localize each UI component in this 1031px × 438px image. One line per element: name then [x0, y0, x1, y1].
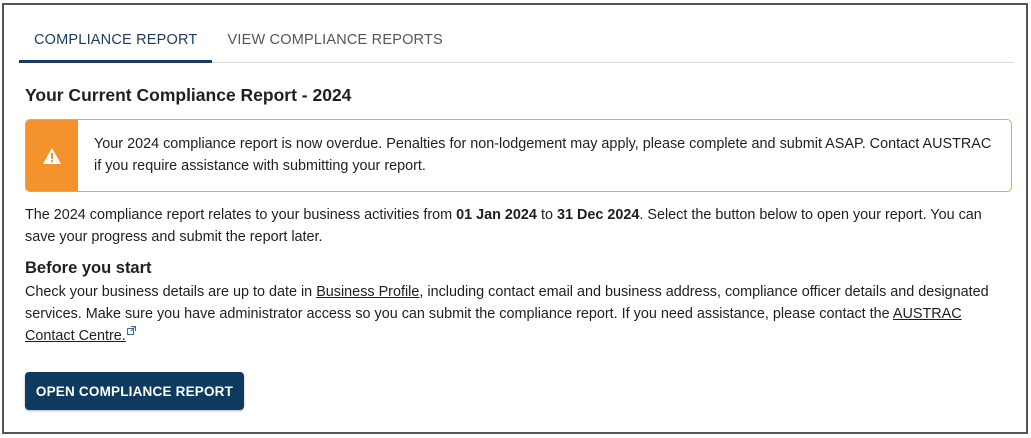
- warning-icon: [43, 147, 61, 164]
- tab-bar: COMPLIANCE REPORT VIEW COMPLIANCE REPORT…: [19, 23, 1014, 63]
- page-frame: COMPLIANCE REPORT VIEW COMPLIANCE REPORT…: [2, 3, 1028, 434]
- open-compliance-report-button[interactable]: OPEN COMPLIANCE REPORT: [25, 372, 244, 410]
- before-text-1: Check your business details are up to da…: [25, 284, 317, 300]
- main-content: Your Current Compliance Report - 2024 Yo…: [25, 85, 1015, 410]
- overdue-alert: Your 2024 compliance report is now overd…: [25, 119, 1012, 192]
- business-profile-link[interactable]: Business Profile: [316, 284, 419, 300]
- page-title: Your Current Compliance Report - 2024: [25, 85, 352, 105]
- tab-compliance-report[interactable]: COMPLIANCE REPORT: [19, 23, 213, 63]
- tab-view-compliance-reports[interactable]: VIEW COMPLIANCE REPORTS: [212, 23, 457, 63]
- start-date: 01 Jan 2024: [456, 207, 537, 223]
- end-date: 31 Dec 2024: [556, 207, 640, 223]
- alert-message: Your 2024 compliance report is now overd…: [94, 136, 992, 174]
- alert-icon-box: [26, 120, 78, 191]
- intro-paragraph: The 2024 compliance report relates to yo…: [25, 204, 1015, 248]
- intro-prefix: The 2024 compliance report relates to yo…: [25, 207, 457, 223]
- before-you-start-paragraph: Check your business details are up to da…: [25, 281, 1015, 347]
- external-link-icon[interactable]: [126, 326, 136, 335]
- before-you-start-title: Before you start: [25, 259, 152, 277]
- intro-middle: to: [536, 207, 557, 223]
